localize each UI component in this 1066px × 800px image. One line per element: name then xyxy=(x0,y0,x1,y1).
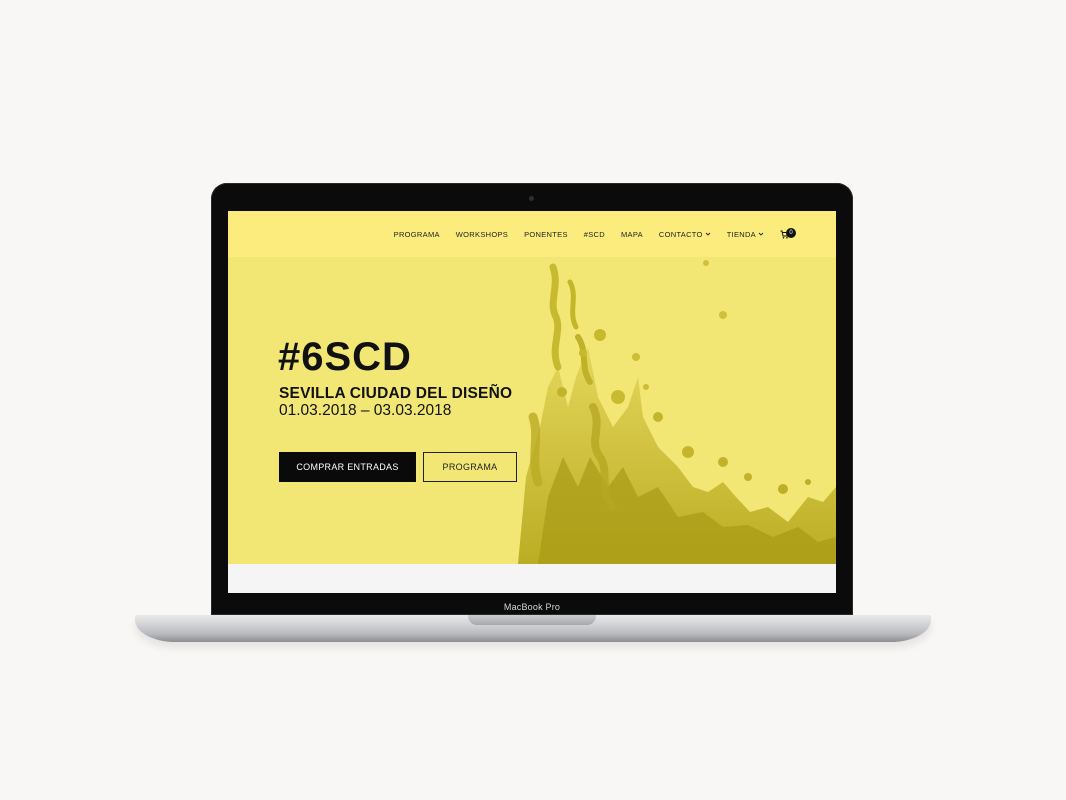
nav-item-label: CONTACTO xyxy=(658,229,703,239)
cart-count-badge: 0 xyxy=(786,228,796,238)
program-button[interactable]: PROGRAMA xyxy=(423,452,517,482)
laptop-screen: PROGRAMA WORKSHOPS PONENTES #SCD MAPA CO… xyxy=(228,211,836,593)
camera-icon xyxy=(529,196,534,201)
nav-item-contacto[interactable]: CONTACTO xyxy=(659,230,711,239)
nav-item-ponentes[interactable]: PONENTES xyxy=(524,230,568,239)
buy-tickets-button[interactable]: COMPRAR ENTRADAS xyxy=(279,452,416,482)
nav-item-mapa[interactable]: MAPA xyxy=(621,230,643,239)
mockup-stage: MacBook Pro PROGRAMA WORKSHOPS PONENTES … xyxy=(0,0,1066,800)
nav-item-label: MAPA xyxy=(620,229,643,239)
nav-menu: PROGRAMA WORKSHOPS PONENTES #SCD MAPA CO… xyxy=(394,211,796,257)
water-splash-image xyxy=(518,260,836,564)
nav-item-label: PROGRAMA xyxy=(393,229,440,239)
hero-title: #6SCD xyxy=(278,335,412,379)
nav-item-label: #SCD xyxy=(583,229,605,239)
cart-button[interactable]: 0 xyxy=(780,228,796,240)
hero-section: #6SCD SEVILLA CIUDAD DEL DISEÑO 01.03.20… xyxy=(228,257,836,564)
nav-item-scd[interactable]: #SCD xyxy=(584,230,605,239)
laptop-base xyxy=(135,615,931,642)
bezel-brand-label: MacBook Pro xyxy=(503,602,561,612)
site-navbar: PROGRAMA WORKSHOPS PONENTES #SCD MAPA CO… xyxy=(228,211,836,257)
hero-dates: 01.03.2018 – 03.03.2018 xyxy=(279,402,452,419)
chevron-down-icon xyxy=(705,232,711,236)
hero-subtitle: SEVILLA CIUDAD DEL DISEÑO xyxy=(279,385,513,402)
nav-item-label: WORKSHOPS xyxy=(455,229,509,239)
nav-item-workshops[interactable]: WORKSHOPS xyxy=(456,230,508,239)
trackpad-notch xyxy=(468,615,596,625)
nav-item-label: TIENDA xyxy=(726,229,756,239)
chevron-down-icon xyxy=(758,232,764,236)
nav-item-tienda[interactable]: TIENDA xyxy=(727,230,764,239)
nav-item-programa[interactable]: PROGRAMA xyxy=(394,230,440,239)
below-fold-section xyxy=(228,564,836,593)
nav-item-label: PONENTES xyxy=(524,229,568,239)
